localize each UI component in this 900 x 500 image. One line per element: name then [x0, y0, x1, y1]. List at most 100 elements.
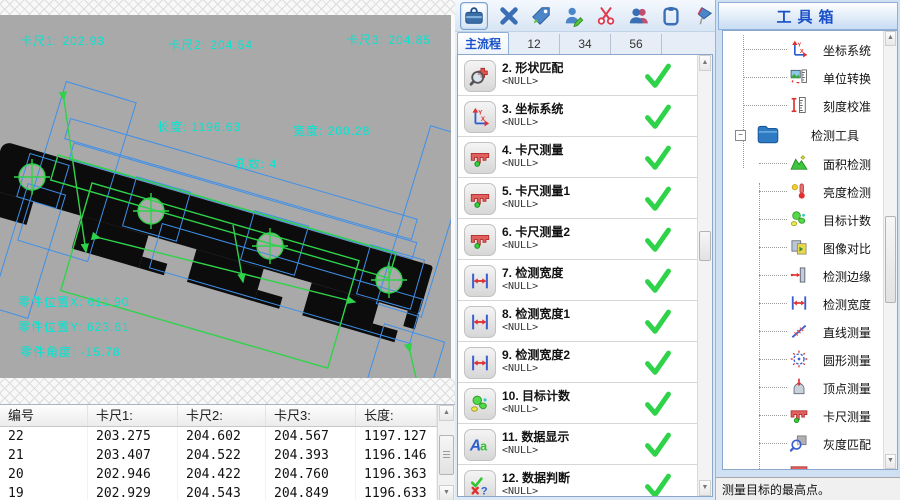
clipboard-icon — [660, 5, 682, 27]
machine-vision-app: 卡尺1: 202.93 卡尺2: 204.54 卡尺3: 204.85 长度: … — [0, 0, 900, 500]
scrollbar-thumb[interactable] — [699, 231, 711, 261]
step-item[interactable]: ?12. 数据判断<NULL> — [458, 465, 698, 496]
step-item[interactable]: 8. 检测宽度1<NULL> — [458, 301, 698, 342]
table-cell: 1196.363 — [356, 465, 437, 484]
tree-item-顶点测量[interactable]: 顶点测量 — [723, 373, 884, 401]
caliper-icon — [469, 188, 491, 210]
step-icon-frame: Aa — [464, 429, 496, 461]
column-header[interactable]: 卡尺3: — [266, 405, 356, 426]
flag-button[interactable] — [692, 4, 715, 28]
scrollbar-thumb[interactable] — [885, 216, 896, 303]
tree-scrollbar[interactable]: ▲ ▼ — [883, 31, 897, 469]
table-cell: 22 — [0, 427, 88, 446]
scroll-down-icon[interactable]: ▼ — [885, 454, 896, 469]
tree-item-检测工具[interactable]: −检测工具 — [723, 119, 884, 149]
step-item[interactable]: 6. 卡尺测量2<NULL> — [458, 219, 698, 260]
tree-item-单位转换[interactable]: 单位转换 — [723, 63, 884, 91]
tree-connector — [759, 247, 787, 248]
tree-item-面积检测[interactable]: 面积检测 — [723, 149, 884, 177]
column-header[interactable]: 卡尺1: — [88, 405, 178, 426]
tab-主流程[interactable]: 主流程 — [457, 32, 509, 54]
tab-56[interactable]: 56 — [611, 34, 662, 54]
users-button[interactable] — [627, 4, 650, 28]
column-header[interactable]: 卡尺2: — [178, 405, 266, 426]
caliper-icon — [469, 147, 491, 169]
tree-expander[interactable]: − — [735, 130, 746, 141]
step-title: 5. 卡尺测量1 — [502, 182, 570, 199]
tree-item-坐标系统[interactable]: YX坐标系统 — [723, 35, 884, 63]
step-item[interactable]: 7. 检测宽度<NULL> — [458, 260, 698, 301]
tree-item-label: 直线测量 — [823, 324, 871, 341]
data-display-icon: Aa — [469, 434, 491, 456]
toolbox-button[interactable] — [460, 2, 488, 30]
table-cell: 204.602 — [178, 427, 266, 446]
tree-item-图像对比[interactable]: 图像对比 — [723, 233, 884, 261]
circle-measure-icon — [789, 349, 809, 369]
tree-item-直线测量[interactable]: 直线测量 — [723, 317, 884, 345]
table-cell: 21 — [0, 446, 88, 465]
step-item[interactable]: 2. 形状匹配<NULL> — [458, 55, 698, 96]
tree-item-圆形测量[interactable]: 圆形测量 — [723, 345, 884, 373]
pass-check-icon — [644, 62, 672, 88]
svg-text:X: X — [481, 116, 486, 123]
table-row[interactable]: 20202.946204.422204.7601196.363 — [0, 465, 437, 484]
tree-item-label: 圆形测量 — [823, 352, 871, 369]
tree-item-检测宽度[interactable]: 检测宽度 — [723, 289, 884, 317]
table-scrollbar[interactable]: ▲ ▼ — [437, 405, 455, 500]
tab-34[interactable]: 34 — [560, 34, 611, 54]
table-cell: 204.543 — [178, 484, 266, 500]
scissors-button[interactable] — [594, 4, 617, 28]
tree-connector — [759, 191, 787, 192]
table-row[interactable]: 21203.407204.522204.3931196.146 — [0, 446, 437, 465]
image-viewer[interactable]: 卡尺1: 202.93 卡尺2: 204.54 卡尺3: 204.85 长度: … — [0, 0, 455, 404]
step-title: 12. 数据判断 — [502, 469, 570, 486]
tree-item-检测边缘[interactable]: 检测边缘 — [723, 261, 884, 289]
step-item[interactable]: 9. 检测宽度2<NULL> — [458, 342, 698, 383]
step-item[interactable]: Aa11. 数据显示<NULL> — [458, 424, 698, 465]
step-item[interactable]: YX3. 坐标系统<NULL> — [458, 96, 698, 137]
scroll-up-icon[interactable]: ▲ — [699, 55, 711, 71]
tree-item[interactable] — [723, 457, 884, 469]
step-title: 8. 检测宽度1 — [502, 305, 570, 322]
edit-user-button[interactable] — [562, 4, 585, 28]
pass-check-icon — [644, 390, 672, 416]
tree-connector — [759, 331, 787, 332]
gray-match-icon — [789, 433, 809, 453]
step-icon-frame: YX — [464, 101, 496, 133]
status-bar: 测量目标的最高点。 — [716, 477, 900, 500]
pass-check-icon — [644, 103, 672, 129]
tree-item-卡尺测量[interactable]: 卡尺测量 — [723, 401, 884, 429]
tree-item-灰度匹配[interactable]: 灰度匹配 — [723, 429, 884, 457]
tree-item-亮度检测[interactable]: 亮度检测 — [723, 177, 884, 205]
tree-item-目标计数[interactable]: 目标计数 — [723, 205, 884, 233]
camera-image[interactable]: 卡尺1: 202.93 卡尺2: 204.54 卡尺3: 204.85 长度: … — [0, 15, 451, 378]
tree-item-刻度校准[interactable]: 刻度校准 — [723, 91, 884, 119]
column-header[interactable]: 长度: — [356, 405, 437, 426]
shape-match-icon — [469, 65, 491, 87]
tree-item-label: 面积检测 — [823, 156, 871, 173]
column-header[interactable]: 编号 — [0, 405, 88, 426]
table-row[interactable]: 22203.275204.602204.5671197.127 — [0, 427, 437, 446]
scroll-up-icon[interactable]: ▲ — [885, 31, 896, 46]
step-item[interactable]: 10. 目标计数<NULL> — [458, 383, 698, 424]
svg-text:X: X — [800, 49, 804, 55]
scrollbar-thumb[interactable] — [439, 435, 454, 475]
step-item[interactable]: 4. 卡尺测量<NULL> — [458, 137, 698, 178]
tree-item-label: 检测宽度 — [823, 296, 871, 313]
step-subtitle: <NULL> — [502, 117, 538, 128]
tree-item-label: 亮度检测 — [823, 184, 871, 201]
steps-scrollbar[interactable]: ▲ ▼ — [697, 55, 712, 496]
step-item[interactable]: 5. 卡尺测量1<NULL> — [458, 178, 698, 219]
tag-button[interactable] — [530, 4, 553, 28]
folder-icon — [755, 121, 781, 147]
scroll-up-icon[interactable]: ▲ — [439, 405, 454, 421]
table-row[interactable]: 19202.929204.543204.8491196.633 — [0, 484, 437, 500]
scroll-down-icon[interactable]: ▼ — [699, 480, 711, 496]
clipboard-button[interactable] — [659, 4, 682, 28]
tab-12[interactable]: 12 — [509, 34, 560, 54]
scroll-down-icon[interactable]: ▼ — [439, 485, 454, 500]
width-icon — [469, 352, 491, 374]
pass-check-icon — [644, 472, 672, 496]
delete-button[interactable] — [497, 4, 520, 28]
step-subtitle: <NULL> — [502, 445, 538, 456]
